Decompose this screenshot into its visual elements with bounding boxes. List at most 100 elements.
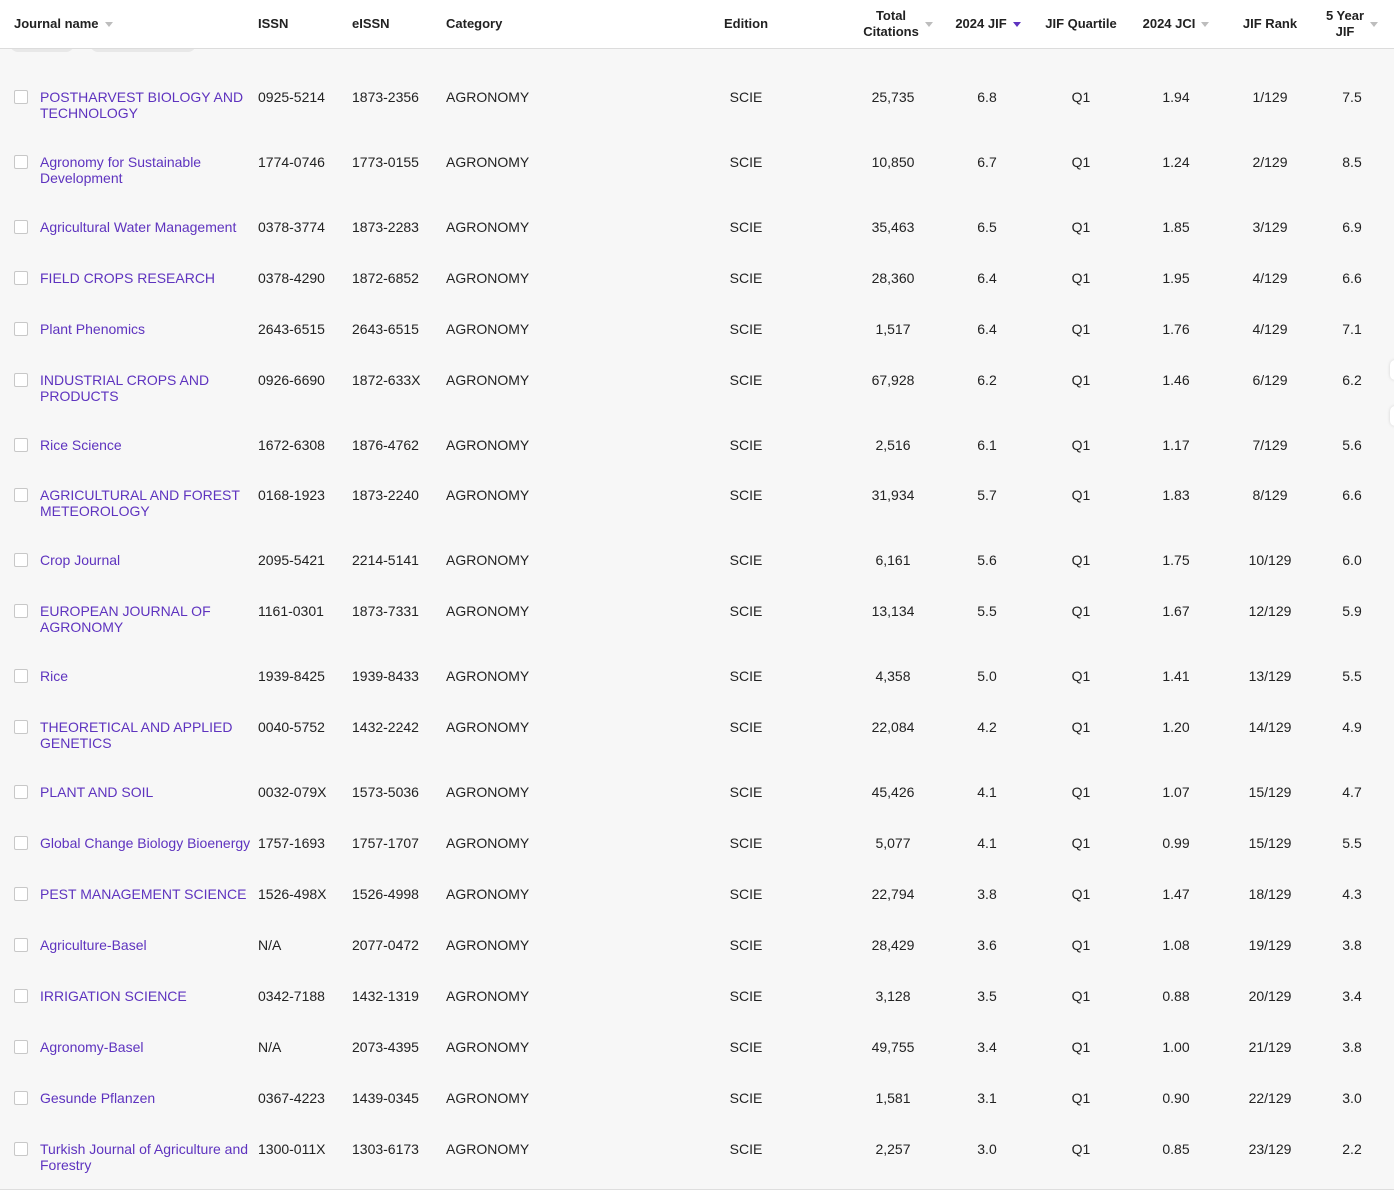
cell-jif: 6.1 xyxy=(977,437,997,453)
journal-name-link[interactable]: Crop Journal xyxy=(40,552,258,568)
journal-name-link[interactable]: PEST MANAGEMENT SCIENCE xyxy=(40,886,258,902)
cell-issn: 0925-5214 xyxy=(258,89,325,105)
col-header-category[interactable]: Category xyxy=(446,0,526,48)
cell-quartile: Q1 xyxy=(1071,552,1091,568)
col-header-edition[interactable]: Edition xyxy=(706,0,786,48)
journal-name-link[interactable]: POSTHARVEST BIOLOGY AND TECHNOLOGY xyxy=(40,89,258,121)
cell-citations: 4,358 xyxy=(875,668,911,684)
cell-issn: 0032-079X xyxy=(258,784,327,800)
row-checkbox[interactable] xyxy=(14,438,28,452)
row-checkbox[interactable] xyxy=(14,488,28,502)
cell-edition: SCIE xyxy=(729,1090,763,1106)
cell-jif: 6.4 xyxy=(977,321,997,337)
cell-quartile: Q1 xyxy=(1071,719,1091,735)
row-checkbox[interactable] xyxy=(14,938,28,952)
row-checkbox[interactable] xyxy=(14,322,28,336)
cell-rank: 19/129 xyxy=(1248,937,1292,953)
cell-citations: 13,134 xyxy=(871,603,915,619)
cell-jif: 5.5 xyxy=(977,603,997,619)
cell-category: AGRONOMY xyxy=(446,668,530,684)
journal-name-link[interactable]: INDUSTRIAL CROPS AND PRODUCTS xyxy=(40,372,258,404)
row-checkbox[interactable] xyxy=(14,604,28,618)
col-header-total-citations-line2: Citations xyxy=(863,24,919,39)
col-header-issn[interactable]: ISSN xyxy=(258,0,318,48)
col-header-eissn[interactable]: eISSN xyxy=(352,0,412,48)
journal-name-link[interactable]: Rice Science xyxy=(40,437,258,453)
journal-name-link[interactable]: Gesunde Pflanzen xyxy=(40,1090,258,1106)
row-checkbox[interactable] xyxy=(14,785,28,799)
row-checkbox[interactable] xyxy=(14,271,28,285)
scroll-handle[interactable] xyxy=(1390,360,1394,380)
table-row: Rice Science 1672-6308 1876-4762 AGRONOMY SC… xyxy=(0,420,1394,471)
cell-edition: SCIE xyxy=(729,603,763,619)
row-checkbox[interactable] xyxy=(14,553,28,567)
col-header-jif-rank[interactable]: JIF Rank xyxy=(1230,0,1310,48)
col-header-jif-quartile[interactable]: JIF Quartile xyxy=(1036,0,1126,48)
journal-name-link[interactable]: PLANT AND SOIL xyxy=(40,784,258,800)
col-header-jif[interactable]: 2024 JIF xyxy=(950,0,1026,48)
cell-category: AGRONOMY xyxy=(446,270,530,286)
row-checkbox[interactable] xyxy=(14,155,28,169)
journal-name-link[interactable]: Agronomy for Sustainable Development xyxy=(40,154,258,186)
col-header-five-year-line1: 5 Year xyxy=(1325,8,1365,23)
cell-rank: 18/129 xyxy=(1248,886,1292,902)
row-checkbox[interactable] xyxy=(14,887,28,901)
table-header: Journal name ISSN eISSN Category Edition… xyxy=(0,0,1394,49)
journal-name-link[interactable]: Agricultural Water Management xyxy=(40,219,258,235)
row-checkbox[interactable] xyxy=(14,989,28,1003)
cell-jci: 1.46 xyxy=(1162,372,1190,388)
cell-edition: SCIE xyxy=(729,937,763,953)
row-checkbox[interactable] xyxy=(14,1142,28,1156)
cell-jci: 0.99 xyxy=(1162,835,1190,851)
journal-name-link[interactable]: Rice xyxy=(40,668,258,684)
cell-quartile: Q1 xyxy=(1071,835,1091,851)
cell-jci: 1.67 xyxy=(1162,603,1190,619)
cell-five-year: 3.8 xyxy=(1342,937,1362,953)
sort-down-icon[interactable] xyxy=(1370,21,1379,27)
row-checkbox[interactable] xyxy=(14,373,28,387)
journal-name-link[interactable]: EUROPEAN JOURNAL OF AGRONOMY xyxy=(40,603,258,635)
cell-category: AGRONOMY xyxy=(446,321,530,337)
journal-name-link[interactable]: Agronomy-Basel xyxy=(40,1039,258,1055)
cell-edition: SCIE xyxy=(729,784,763,800)
cell-citations: 31,934 xyxy=(871,487,915,503)
sort-down-icon[interactable] xyxy=(924,21,933,27)
journal-name-link[interactable]: Global Change Biology Bioenergy xyxy=(40,835,258,851)
row-checkbox[interactable] xyxy=(14,836,28,850)
cell-issn: 1939-8425 xyxy=(258,668,325,684)
cell-issn: 2095-5421 xyxy=(258,552,325,568)
cell-issn: 0378-4290 xyxy=(258,270,325,286)
cell-quartile: Q1 xyxy=(1071,886,1091,902)
journal-name-link[interactable]: FIELD CROPS RESEARCH xyxy=(40,270,258,286)
col-header-jci[interactable]: 2024 JCI xyxy=(1136,0,1216,48)
row-checkbox[interactable] xyxy=(14,220,28,234)
sort-down-active-icon[interactable] xyxy=(1012,21,1021,27)
journal-name-link[interactable]: AGRICULTURAL AND FOREST METEOROLOGY xyxy=(40,487,258,519)
row-checkbox[interactable] xyxy=(14,669,28,683)
journal-name-link[interactable]: THEORETICAL AND APPLIED GENETICS xyxy=(40,719,258,751)
cell-issn: 1161-0301 xyxy=(258,603,324,619)
row-checkbox[interactable] xyxy=(14,1040,28,1054)
scroll-handle[interactable] xyxy=(1390,406,1394,426)
table-row: Gesunde Pflanzen 0367-4223 1439-0345 AGRONO… xyxy=(0,1073,1394,1125)
cell-quartile: Q1 xyxy=(1071,1039,1091,1055)
table-row: Agronomy-Basel N/A 2073-4395 AGRONOMY SCIE 49… xyxy=(0,1022,1394,1074)
cell-issn: 1757-1693 xyxy=(258,835,325,851)
sort-down-icon[interactable] xyxy=(104,21,113,27)
row-checkbox[interactable] xyxy=(14,1091,28,1105)
journal-name-link[interactable]: Agriculture-Basel xyxy=(40,937,258,953)
row-checkbox[interactable] xyxy=(14,720,28,734)
col-header-journal-name[interactable]: Journal name xyxy=(14,0,134,48)
cell-jci: 0.88 xyxy=(1162,988,1190,1004)
cell-issn: 1774-0746 xyxy=(258,154,325,170)
cell-category: AGRONOMY xyxy=(446,219,530,235)
cell-quartile: Q1 xyxy=(1071,1141,1091,1157)
cell-quartile: Q1 xyxy=(1071,487,1091,503)
sort-down-icon[interactable] xyxy=(1201,21,1210,27)
col-header-five-year-jif[interactable]: 5 Year JIF xyxy=(1316,0,1388,48)
journal-name-link[interactable]: IRRIGATION SCIENCE xyxy=(40,988,258,1004)
journal-name-link[interactable]: Plant Phenomics xyxy=(40,321,258,337)
col-header-total-citations[interactable]: Total Citations xyxy=(846,0,950,48)
journal-name-link[interactable]: Turkish Journal of Agriculture and Fores… xyxy=(40,1141,258,1173)
row-checkbox[interactable] xyxy=(14,90,28,104)
